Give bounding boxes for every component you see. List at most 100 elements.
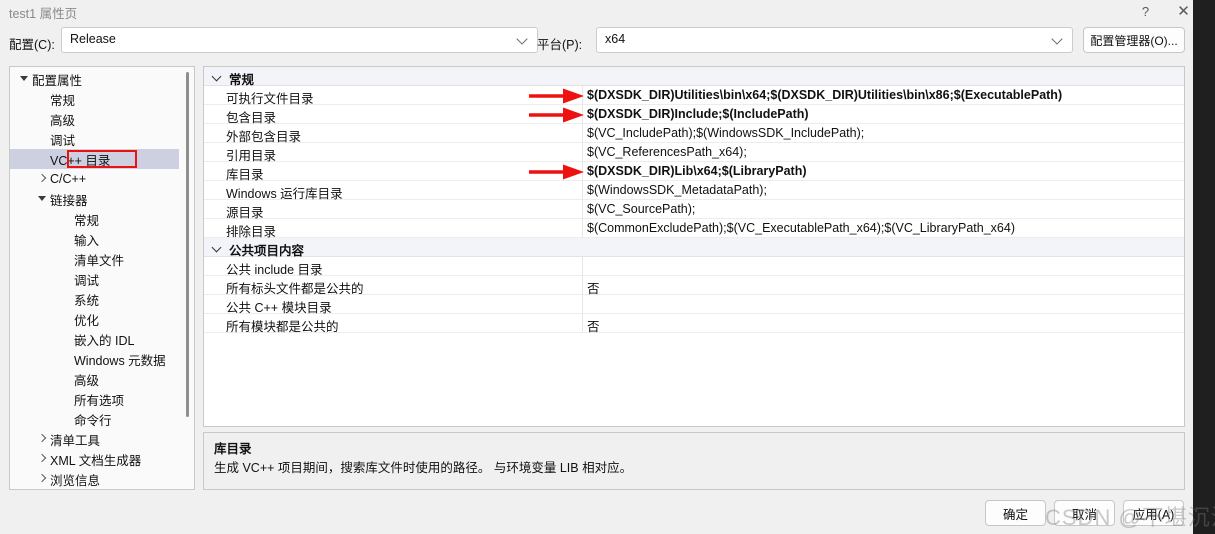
configuration-manager-button[interactable]: 配置管理器(O)... (1083, 27, 1185, 53)
tree-item-20[interactable]: 浏览信息 (10, 469, 180, 489)
help-icon[interactable]: ? (1128, 0, 1163, 22)
tree-item-label: 所有选项 (74, 393, 125, 408)
grid-column-divider (582, 86, 583, 105)
tree-item-14[interactable]: Windows 元数据 (10, 349, 180, 369)
property-grid: 常规 可执行文件目录 $(DXSDK_DIR)Utilities\bin\x64;$… (204, 67, 1184, 426)
background-editor-strip: ◆ ■■ (1192, 0, 1215, 534)
description-title: 库目录 (214, 442, 252, 456)
tree-item-label: 常规 (50, 93, 76, 108)
property-pages-dialog: test1 属性页 ? ✕ 配置(C): Release 平台(P): x64 … (0, 0, 1215, 534)
expander-open-icon[interactable] (36, 193, 48, 205)
expander-closed-icon[interactable] (36, 453, 48, 465)
tree-item-2[interactable]: 高级 (10, 109, 180, 129)
tree-item-label: 系统 (74, 293, 100, 308)
grid-column-divider (582, 124, 583, 143)
tree-item-label: 常规 (74, 213, 100, 228)
chevron-down-icon[interactable] (213, 73, 223, 81)
title-bar: test1 属性页 ? ✕ (0, 0, 1193, 22)
tree-item-19[interactable]: XML 文档生成器 (10, 449, 180, 469)
chevron-down-icon (1052, 33, 1064, 45)
grid-row[interactable]: 源目录 $(VC_SourcePath); (204, 200, 1184, 220)
tree-item-8[interactable]: 输入 (10, 229, 180, 249)
tree-item-label: 调试 (50, 133, 76, 148)
tree-item-6[interactable]: 链接器 (10, 189, 180, 209)
tree-scrollbar-thumb[interactable] (186, 72, 189, 417)
tree-item-5[interactable]: C/C++ (10, 169, 180, 189)
tree-item-label: Windows 元数据 (74, 353, 166, 368)
tree-item-7[interactable]: 常规 (10, 209, 180, 229)
tree-item-label: 嵌入的 IDL (74, 333, 135, 348)
apply-button[interactable]: 应用(A) (1123, 500, 1184, 526)
tree-item-0[interactable]: 配置属性 (10, 69, 180, 89)
tree-item-label: 浏览信息 (50, 473, 101, 488)
grid-column-divider (582, 314, 583, 333)
grid-row-value: $(DXSDK_DIR)Utilities\bin\x64;$(DXSDK_DI… (587, 88, 1063, 102)
grid-row-value: $(VC_SourcePath); (587, 202, 696, 216)
grid-row[interactable]: 包含目录 $(DXSDK_DIR)Include;$(IncludePath) (204, 105, 1184, 125)
tree-item-label: 清单工具 (50, 433, 101, 448)
property-grid-panel[interactable]: 常规 可执行文件目录 $(DXSDK_DIR)Utilities\bin\x64;$… (203, 66, 1185, 427)
grid-column-divider (582, 105, 583, 124)
tree-item-4[interactable]: VC++ 目录 (10, 149, 180, 169)
grid-row[interactable]: 排除目录 $(CommonExcludePath);$(VC_Executable… (204, 219, 1184, 239)
screenshot-root: ◆ ■■ test1 属性页 ? ✕ 配置(C): Release 平台(P):… (0, 0, 1215, 534)
grid-category-1[interactable]: 公共项目内容 (204, 238, 1184, 258)
grid-row[interactable]: 公共 C++ 模块目录 (204, 295, 1184, 315)
grid-row[interactable]: 外部包含目录 $(VC_IncludePath);$(WindowsSDK_Inc… (204, 124, 1184, 144)
tree-item-12[interactable]: 优化 (10, 309, 180, 329)
tree-item-3[interactable]: 调试 (10, 129, 180, 149)
grid-row-value: $(VC_ReferencesPath_x64); (587, 145, 747, 159)
configuration-value: Release (70, 32, 116, 46)
grid-row[interactable]: 可执行文件目录 $(DXSDK_DIR)Utilities\bin\x64;$(D… (204, 86, 1184, 106)
grid-column-divider (582, 295, 583, 314)
tree-scrollbar[interactable] (179, 67, 194, 489)
grid-category-0[interactable]: 常规 (204, 67, 1184, 87)
grid-column-divider (582, 219, 583, 238)
platform-value: x64 (605, 32, 626, 46)
grid-row[interactable]: 公共 include 目录 (204, 257, 1184, 277)
configuration-combobox[interactable]: Release (61, 27, 538, 53)
tree-item-11[interactable]: 系统 (10, 289, 180, 309)
tree-item-9[interactable]: 清单文件 (10, 249, 180, 269)
grid-row-value: $(VC_IncludePath);$(WindowsSDK_IncludePa… (587, 126, 865, 140)
grid-column-divider (582, 143, 583, 162)
cancel-button[interactable]: 取消 (1054, 500, 1115, 526)
grid-row-value: $(DXSDK_DIR)Lib\x64;$(LibraryPath) (587, 164, 807, 178)
tree-item-label: 链接器 (50, 193, 88, 208)
grid-row[interactable]: 库目录 $(DXSDK_DIR)Lib\x64;$(LibraryPath) (204, 162, 1184, 182)
grid-row[interactable]: 引用目录 $(VC_ReferencesPath_x64); (204, 143, 1184, 163)
tree-item-label: C/C++ (50, 172, 87, 186)
chevron-down-icon (517, 33, 529, 45)
chevron-down-icon[interactable] (213, 244, 223, 252)
tree-item-1[interactable]: 常规 (10, 89, 180, 109)
tree-item-label: 命令行 (74, 413, 112, 428)
expander-closed-icon[interactable] (36, 473, 48, 485)
expander-open-icon[interactable] (18, 73, 30, 85)
grid-column-divider (582, 200, 583, 219)
tree-item-13[interactable]: 嵌入的 IDL (10, 329, 180, 349)
grid-row-value: $(CommonExcludePath);$(VC_ExecutablePath… (587, 221, 1015, 235)
grid-column-divider (582, 257, 583, 276)
tree-item-18[interactable]: 清单工具 (10, 429, 180, 449)
grid-row-value: 否 (587, 320, 600, 334)
grid-row[interactable]: 所有模块都是公共的 否 (204, 314, 1184, 334)
configuration-bar: 配置(C): Release 平台(P): x64 配置管理器(O)... (0, 22, 1193, 63)
platform-combobox[interactable]: x64 (596, 27, 1073, 53)
tree-item-label: 高级 (50, 113, 76, 128)
grid-row[interactable]: Windows 运行库目录 $(WindowsSDK_MetadataPath); (204, 181, 1184, 201)
grid-row[interactable]: 所有标头文件都是公共的否 (204, 276, 1184, 296)
grid-column-divider (582, 181, 583, 200)
tree-item-label: 输入 (74, 233, 100, 248)
expander-closed-icon[interactable] (36, 433, 48, 445)
tree-item-15[interactable]: 高级 (10, 369, 180, 389)
close-icon[interactable]: ✕ (1166, 0, 1201, 22)
tree-item-17[interactable]: 命令行 (10, 409, 180, 429)
description-body: 生成 VC++ 项目期间，搜索库文件时使用的路径。 与环境变量 LIB 相对应。 (214, 461, 633, 475)
expander-closed-icon[interactable] (36, 173, 48, 185)
grid-row-value: $(DXSDK_DIR)Include;$(IncludePath) (587, 107, 809, 121)
tree-item-16[interactable]: 所有选项 (10, 389, 180, 409)
property-tree-panel[interactable]: 配置属性 常规 高级 调试 VC++ 目录 C/C++ 链接器 常规 输入 清单文件 调试 系统 优化嵌… (9, 66, 195, 490)
ok-button[interactable]: 确定 (985, 500, 1046, 526)
tree-item-10[interactable]: 调试 (10, 269, 180, 289)
description-panel: 库目录 生成 VC++ 项目期间，搜索库文件时使用的路径。 与环境变量 LIB … (203, 432, 1185, 490)
